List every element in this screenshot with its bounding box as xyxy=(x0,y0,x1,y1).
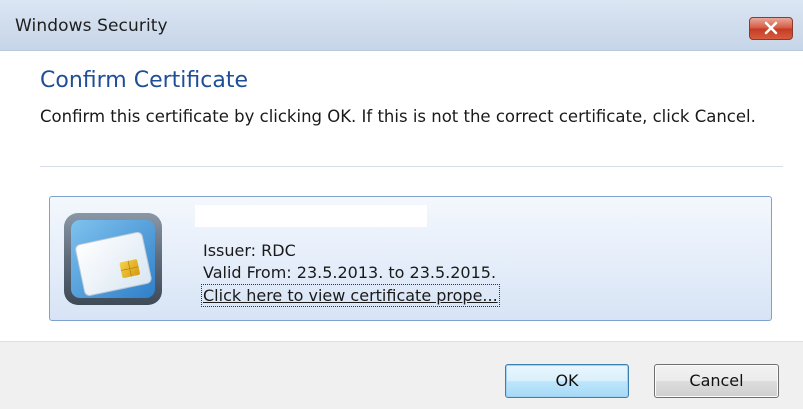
separator xyxy=(40,166,783,167)
windows-security-dialog: Windows Security Confirm Certificate Con… xyxy=(0,0,803,409)
dialog-content: Confirm Certificate Confirm this certifi… xyxy=(0,51,803,341)
cancel-button[interactable]: Cancel xyxy=(654,364,779,398)
dialog-heading: Confirm Certificate xyxy=(40,68,248,93)
certificate-issuer: Issuer: RDC xyxy=(203,241,296,260)
dialog-footer: OK Cancel xyxy=(0,341,803,409)
view-certificate-properties-link[interactable]: Click here to view certificate prope... xyxy=(201,284,500,307)
dialog-description: Confirm this certificate by clicking OK.… xyxy=(40,107,756,126)
certificate-tile[interactable]: Issuer: RDC Valid From: 23.5.2013. to 23… xyxy=(49,196,772,321)
title-bar: Windows Security xyxy=(0,0,803,51)
close-icon xyxy=(764,21,778,35)
window-title: Windows Security xyxy=(15,16,168,36)
close-button[interactable] xyxy=(749,17,793,40)
ok-button[interactable]: OK xyxy=(505,364,629,398)
smart-card-icon xyxy=(64,213,162,305)
certificate-name-redacted xyxy=(195,205,427,227)
certificate-validity: Valid From: 23.5.2013. to 23.5.2015. xyxy=(203,263,497,282)
